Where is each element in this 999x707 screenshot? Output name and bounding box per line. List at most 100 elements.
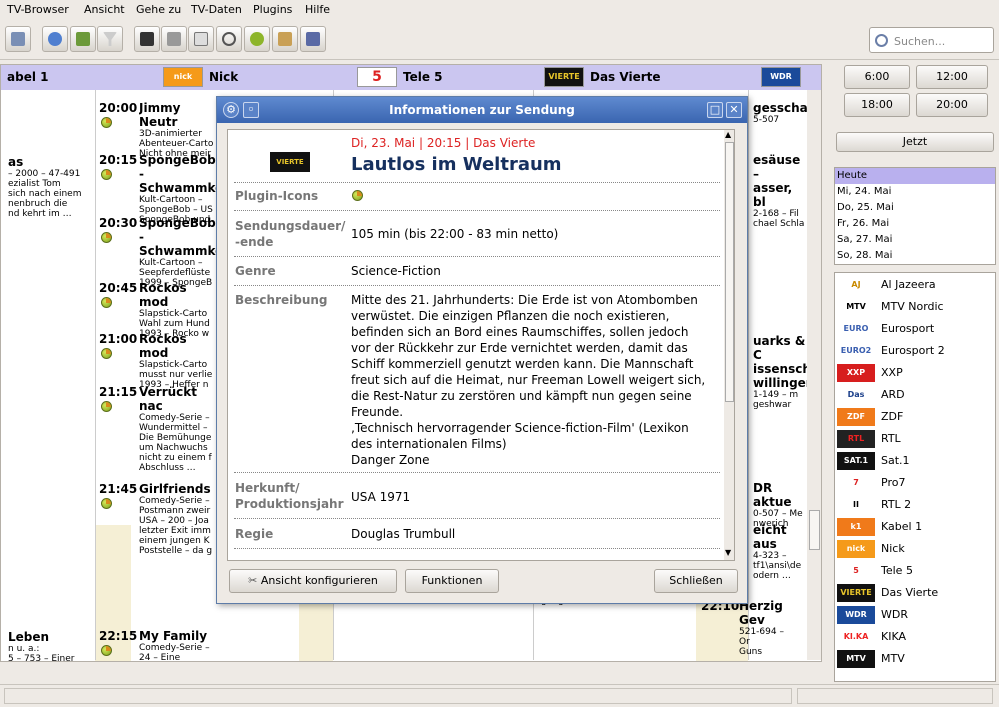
filter-button[interactable]	[97, 26, 123, 52]
channel-name: Tele 5	[881, 564, 913, 577]
status-text-area	[4, 688, 792, 704]
program-entry[interactable]: as – 2000 – 47-491 ezialist Tom sich nach…	[8, 155, 93, 235]
search-tool-button[interactable]	[216, 26, 242, 52]
grid-vertical-scrollbar[interactable]	[807, 90, 821, 660]
channel-logo: VIERTE	[837, 584, 875, 602]
channel-list[interactable]: AJ Al Jazeera MTV MTV Nordic EURO Eurosport EU…	[834, 272, 996, 682]
channel-list-item[interactable]: MTV MTV	[837, 649, 977, 669]
channel-header-kabel1[interactable]: abel 1	[7, 70, 48, 84]
channel-list-item[interactable]: nick Nick	[837, 539, 977, 559]
program-title: uarks & C issensch willingen	[753, 334, 808, 390]
program-entry[interactable]: Rockos mod Slapstick-Carto musst nur verl…	[139, 332, 217, 390]
program-entry[interactable]: Herzig Gev 521-694 – Or Guns	[739, 599, 794, 657]
scroll-thumb[interactable]	[809, 510, 820, 550]
reminder-icon	[101, 169, 112, 180]
menu-gehe-zu[interactable]: Gehe zu	[136, 3, 181, 16]
channel-list-item[interactable]: AJ Al Jazeera	[837, 275, 977, 295]
scroll-up-icon[interactable]: ▲	[725, 130, 731, 139]
channel-list-item[interactable]: 5 Tele 5	[837, 561, 977, 581]
reminder-button[interactable]	[244, 26, 270, 52]
channel-list-item[interactable]: EURO Eurosport	[837, 319, 977, 339]
close-button[interactable]: Schließen	[654, 569, 738, 593]
window-menu-icon[interactable]: ⚙	[223, 102, 239, 118]
channel-list-item[interactable]: WDR WDR	[837, 605, 977, 625]
channel-list-item[interactable]: VIERTE Das Vierte	[837, 583, 977, 603]
channel-logo: SAT.1	[837, 452, 875, 470]
time-12-button[interactable]: 12:00	[916, 65, 988, 89]
program-title: Rockos mod	[139, 332, 187, 360]
day-item[interactable]: Heute	[835, 168, 995, 184]
notes-button[interactable]	[272, 26, 298, 52]
channel-list-item[interactable]: II RTL 2	[837, 495, 977, 515]
update-button[interactable]	[42, 26, 68, 52]
program-entry[interactable]: Leben n u. a.: 5 – 753 – Einer	[8, 630, 93, 661]
channel-list-item[interactable]: SAT.1 Sat.1	[837, 451, 977, 471]
day-item[interactable]: Do, 25. Mai	[835, 200, 995, 216]
program-entry[interactable]: SpongeBob - Schwammko Kult-Cartoon – Seep…	[139, 216, 217, 288]
channel-header-nick[interactable]: Nick	[209, 70, 238, 84]
program-time: 20:45	[99, 281, 138, 295]
channel-list-item[interactable]: EURO2 Eurosport 2	[837, 341, 977, 361]
channel-list-item[interactable]: XXP XXP	[837, 363, 977, 383]
menu-tv-browser[interactable]: TV-Browser	[7, 3, 69, 16]
channel-header: abel 1 nick Nick 5 Tele 5 VIERTE Das Vie…	[1, 65, 821, 90]
menu-plugins[interactable]: Plugins	[253, 3, 292, 16]
day-item[interactable]: Sa, 27. Mai	[835, 232, 995, 248]
reminder-icon	[101, 348, 112, 359]
program-entry[interactable]: gesscha 5-507	[753, 101, 808, 125]
channel-list-item[interactable]: MTV MTV Nordic	[837, 297, 977, 317]
channel-list-item[interactable]: k1 Kabel 1	[837, 517, 977, 537]
program-entry[interactable]: My FamilyComedy-Serie – 24 – Eine Vertra…	[139, 629, 217, 661]
column-divider	[748, 90, 749, 660]
list-button[interactable]	[188, 26, 214, 52]
dialog-scrollbar[interactable]: ▲ ▼	[724, 130, 734, 560]
program-entry[interactable]: esäuse – asser, bl 2-168 – Fil chael Schl…	[753, 153, 808, 229]
program-entry[interactable]: Verrückt nac Comedy-Serie – Wundermittel …	[139, 385, 217, 473]
program-entry[interactable]: uarks & C issensch willingen1-149 – m ge…	[753, 334, 808, 410]
menu-hilfe[interactable]: Hilfe	[305, 3, 330, 16]
sticky-icon[interactable]: ◦	[243, 102, 259, 118]
channel-logo: VIERTE	[270, 152, 310, 172]
search-field[interactable]: Suchen...	[869, 27, 994, 53]
day-item[interactable]: Mi, 24. Mai	[835, 184, 995, 200]
dialog-titlebar[interactable]: Informationen zur Sendung ⚙ ◦ □ ✕	[217, 97, 747, 123]
plugin-button[interactable]	[70, 26, 96, 52]
day-list[interactable]: Heute Mi, 24. Mai Do, 25. Mai Fr, 26. Ma…	[834, 167, 996, 265]
channel-list-item[interactable]: ZDF ZDF	[837, 407, 977, 427]
now-button[interactable]: Jetzt	[836, 132, 994, 152]
configure-view-button[interactable]: ✂ Ansicht konfigurieren	[229, 569, 397, 593]
program-entry[interactable]: Girlfriends Comedy-Serie – Postmann zweir…	[139, 482, 217, 556]
menu-ansicht[interactable]: Ansicht	[84, 3, 125, 16]
channel-list-item[interactable]: 7 Pro7	[837, 473, 977, 493]
program-entry[interactable]: Jimmy Neutr 3D-animierter Abenteuer-Carto…	[139, 101, 217, 159]
program-entry[interactable]: Rockos mod Slapstick-Carto Wahl zum Hund …	[139, 281, 217, 339]
channel-list-item[interactable]: KI.KA KIKA	[837, 627, 977, 647]
menu-tv-daten[interactable]: TV-Daten	[191, 3, 242, 16]
day-item[interactable]: So, 28. Mai	[835, 248, 995, 264]
channel-list-item[interactable]: RTL RTL	[837, 429, 977, 449]
channel-header-tele5[interactable]: Tele 5	[403, 70, 443, 84]
print-button[interactable]	[161, 26, 187, 52]
channel-list-item[interactable]: Das Erste ARD	[837, 385, 977, 417]
scroll-down-icon[interactable]: ▼	[725, 548, 731, 557]
list-icon	[194, 32, 208, 46]
close-icon[interactable]: ✕	[726, 102, 742, 118]
functions-button[interactable]: Funktionen	[405, 569, 499, 593]
movie-button[interactable]	[134, 26, 160, 52]
time-20-button[interactable]: 20:00	[916, 93, 988, 117]
program-entry[interactable]: DR aktue 0-507 – Me nwerich	[753, 481, 808, 529]
maximize-icon[interactable]: □	[707, 102, 723, 118]
channel-name: Pro7	[881, 476, 906, 489]
origin-value: USA 1971	[351, 490, 411, 504]
favorites-button[interactable]	[300, 26, 326, 52]
channel-header-dasvierte[interactable]: Das Vierte	[590, 70, 661, 84]
scroll-thumb[interactable]	[725, 142, 734, 402]
settings-button[interactable]	[5, 26, 31, 52]
time-6-button[interactable]: 6:00	[844, 65, 910, 89]
program-entry[interactable]: eicht aus 4-323 – tf1\ansi\de odern …	[753, 523, 808, 581]
day-item[interactable]: Fr, 26. Mai	[835, 216, 995, 232]
duration-label: Sendungsdauer/ -ende	[235, 219, 346, 249]
program-entry[interactable]: SpongeBob - Schwammko Kult-Cartoon – Spon…	[139, 153, 217, 225]
time-18-button[interactable]: 18:00	[844, 93, 910, 117]
reminder-icon	[101, 401, 112, 412]
